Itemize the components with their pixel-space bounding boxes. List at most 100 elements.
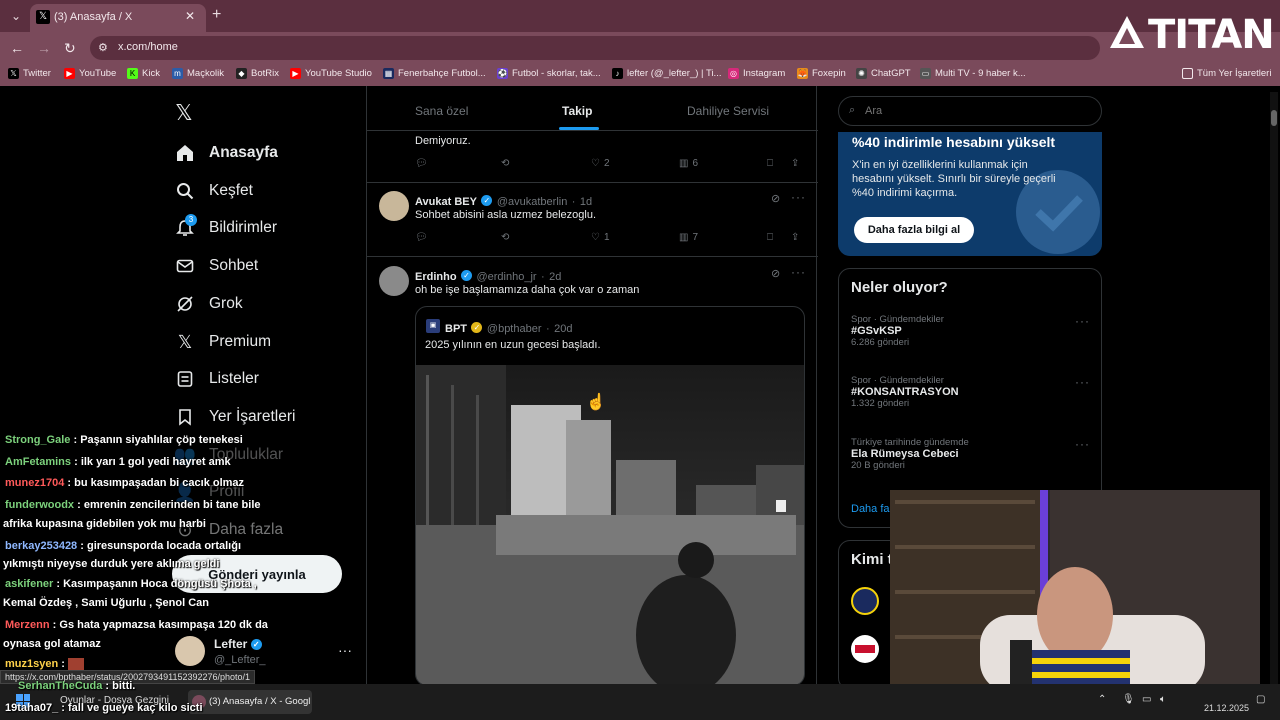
tweet-more-icon[interactable]: ···: [791, 265, 806, 279]
bookmark-icon[interactable]: ⎕: [767, 232, 773, 243]
account-more-icon[interactable]: ···: [338, 642, 352, 658]
network-icon[interactable]: ▭: [1142, 694, 1151, 705]
reload-icon[interactable]: ↻: [64, 40, 76, 57]
learn-more-button[interactable]: Daha fazla bilgi al: [854, 217, 974, 243]
bookmark-mackolik[interactable]: m Maçkolik: [172, 68, 224, 79]
bookmark-foxepin[interactable]: 🦊 Foxepin: [797, 68, 846, 79]
url-text[interactable]: x.com/home: [118, 41, 178, 53]
account-handle: @_Lefter_: [214, 654, 266, 666]
avatar[interactable]: [379, 266, 409, 296]
bookmark-lefter[interactable]: ♪ lefter (@_lefter_) | Ti...: [612, 68, 721, 79]
webcam-feed: [890, 490, 1260, 692]
reply-icon[interactable]: 💬︎: [415, 158, 428, 169]
bookmark-instagram[interactable]: ◎ Instagram: [728, 68, 785, 79]
chat-message: 19taha07_ : fall ve gueye kaç kilo sicti: [5, 702, 203, 714]
share-icon[interactable]: ⇪: [791, 158, 799, 169]
bookmark-chatgpt[interactable]: ✺ ChatGPT: [856, 68, 911, 79]
nav-notifications[interactable]: 3 Bildirimler: [175, 213, 277, 243]
avatar[interactable]: [851, 635, 879, 663]
grok-icon[interactable]: ⊘: [771, 267, 780, 280]
taskbar-chrome[interactable]: (3) Anasayfa / X - Googl: [188, 690, 312, 714]
tweet-more-icon[interactable]: ···: [791, 190, 806, 204]
tab-close-icon[interactable]: ✕: [185, 9, 195, 23]
trend-more-icon[interactable]: ···: [1075, 314, 1090, 328]
bookmark-youtube-studio[interactable]: ▶ YouTube Studio: [290, 68, 372, 79]
botrix-icon: ◆: [236, 68, 247, 79]
chat-message: askifener : Kasımpaşanın Hoca döngüsü Şh…: [5, 578, 257, 590]
grok-icon[interactable]: ⊘: [771, 192, 780, 205]
bookmark-botrix[interactable]: ◆ BotRix: [236, 68, 279, 79]
chat-message: muz1syen :: [5, 658, 84, 671]
address-toolbar: ← → ↻ ⚙ x.com/home ⋮: [0, 32, 1280, 88]
site-info-icon[interactable]: ⚙: [98, 41, 108, 54]
promo-body: X'in en iyi özelliklerini kullanmak için…: [852, 159, 1056, 199]
like-button[interactable]: ♡ 2: [591, 158, 610, 169]
tweet-text: Sohbet abisini asla uzmez belezoglu.: [415, 209, 597, 221]
x-logo-icon[interactable]: 𝕏: [175, 100, 193, 126]
search-input[interactable]: [865, 103, 1085, 119]
avatar[interactable]: [851, 587, 879, 615]
tab-following[interactable]: Takip: [562, 104, 592, 118]
verified-gold-icon: ✓: [471, 322, 483, 334]
tab-for-you[interactable]: Sana özel: [415, 104, 468, 118]
bookmark-icon[interactable]: ⎕: [767, 158, 773, 169]
avatar[interactable]: [379, 191, 409, 221]
date[interactable]: 21.12.2025: [1204, 703, 1249, 713]
nav-premium[interactable]: 𝕏 Premium: [175, 327, 271, 357]
like-button[interactable]: ♡ 1: [591, 232, 610, 243]
retweet-icon[interactable]: ⟲: [501, 158, 509, 169]
browser-tab[interactable]: 𝕏 (3) Anasayfa / X ✕: [30, 4, 206, 32]
chat-message-continuation: oynasa gol atamaz: [3, 638, 101, 650]
volume-icon[interactable]: 🔈︎: [1160, 694, 1166, 705]
nav-lists[interactable]: Listeler: [175, 364, 259, 394]
cursor-hand-icon: ☝: [586, 394, 606, 411]
bookmark-multitv[interactable]: ▭ Multi TV - 9 haber k...: [920, 68, 1026, 79]
page-scrollbar[interactable]: [1270, 92, 1278, 684]
bookmark-youtube[interactable]: ▶ YouTube: [64, 68, 116, 79]
all-bookmarks[interactable]: Tüm Yer İşaretleri: [1182, 68, 1271, 79]
tray-chevron-icon[interactable]: ⌃: [1098, 694, 1106, 705]
nav-messages[interactable]: Sohbet: [175, 251, 258, 281]
divider: [367, 182, 818, 183]
share-icon[interactable]: ⇪: [791, 232, 799, 243]
bookmark-kick[interactable]: K Kick: [127, 68, 160, 79]
trend-item[interactable]: Spor · Gündemdekiler #KONSANTRASYON 1.33…: [851, 375, 1091, 409]
account-name[interactable]: Lefter ✓: [214, 637, 262, 651]
forward-icon[interactable]: →: [37, 40, 51, 56]
notifications-icon[interactable]: ▢: [1256, 694, 1265, 705]
nav-home[interactable]: Anasayfa: [175, 138, 278, 168]
quoted-tweet-header: BPT ✓ @bpthaber · 20d: [445, 322, 573, 335]
new-tab-icon[interactable]: +: [212, 6, 221, 24]
tab-dahiliye-servisi[interactable]: Dahiliye Servisi: [687, 104, 769, 118]
quoted-tweet[interactable]: ▣ BPT ✓ @bpthaber · 20d 2025 yılının en …: [415, 306, 805, 686]
flashscore-icon: ⚽: [497, 68, 508, 79]
bookmark-icon: [175, 407, 195, 427]
nav-grok[interactable]: Grok: [175, 289, 243, 319]
chat-message: munez1704 : bu kasımpaşadan bi cacık olm…: [5, 477, 245, 489]
tweet-actions: 💬︎ ⟲ ♡ 1 ▥ 7 ⎕ ⇪: [415, 232, 807, 246]
views-button[interactable]: ▥ 7: [679, 232, 698, 243]
trend-item[interactable]: Spor · Gündemdekiler #GSvKSP 6.286 gönde…: [851, 314, 1091, 348]
tweet-header: Erdinho ✓ @erdinho_jr · 2d: [415, 270, 562, 283]
reply-icon[interactable]: 💬︎: [415, 232, 428, 243]
nav-bookmarks[interactable]: Yer İşaretleri: [175, 402, 295, 432]
tweet-photo[interactable]: [416, 365, 805, 686]
mic-icon[interactable]: 🎙︎: [1122, 694, 1135, 705]
x-favicon-icon: 𝕏: [36, 10, 50, 24]
list-icon: [175, 369, 195, 389]
show-more-link[interactable]: Daha fa: [851, 503, 890, 515]
bookmark-fenerbahce[interactable]: ▦ Fenerbahçe Futbol...: [383, 68, 486, 79]
search-box[interactable]: ⌕: [838, 96, 1102, 126]
trend-more-icon[interactable]: ···: [1075, 375, 1090, 389]
account-avatar[interactable]: [175, 636, 205, 666]
bookmark-twitter[interactable]: 𝕏 Twitter: [8, 68, 51, 79]
bookmark-futbol[interactable]: ⚽ Futbol - skorlar, tak...: [497, 68, 601, 79]
tab-search-chevron-icon[interactable]: ⌄: [6, 7, 26, 25]
omnibox[interactable]: ⚙ x.com/home: [90, 36, 1100, 60]
nav-explore[interactable]: Keşfet: [175, 176, 253, 206]
trend-item[interactable]: Türkiye tarihinde gündemde Ela Rümeysa C…: [851, 437, 1091, 471]
back-icon[interactable]: ←: [10, 40, 24, 56]
retweet-icon[interactable]: ⟲: [501, 232, 509, 243]
views-button[interactable]: ▥ 6: [679, 158, 698, 169]
trend-more-icon[interactable]: ···: [1075, 437, 1090, 451]
